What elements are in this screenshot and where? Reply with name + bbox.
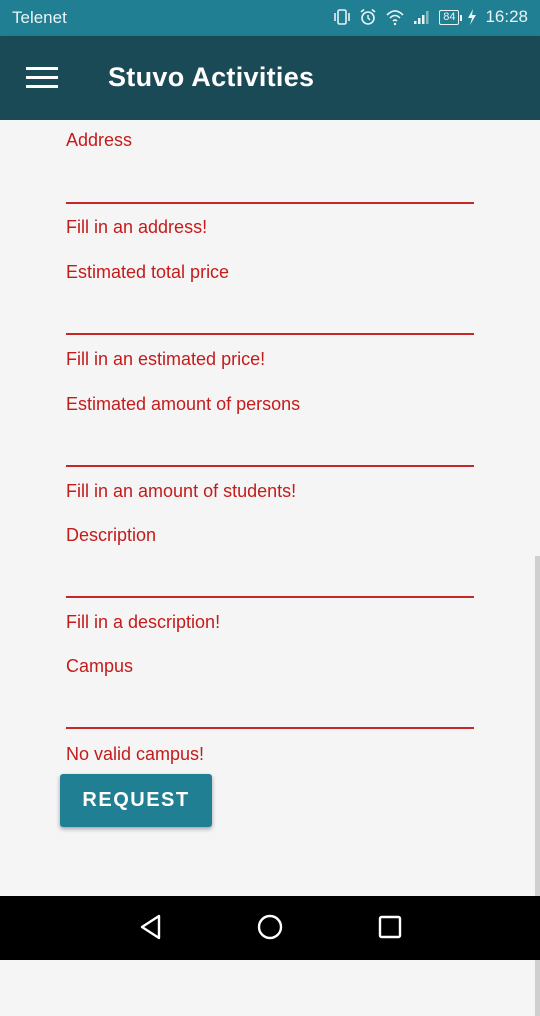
address-error: Fill in an address! bbox=[66, 217, 208, 237]
status-time: 16:28 bbox=[485, 7, 528, 26]
app-bar: Stuvo Activities bbox=[0, 36, 540, 120]
address-input[interactable] bbox=[66, 170, 474, 204]
carrier-name: Telenet bbox=[12, 8, 67, 27]
hamburger-menu-icon[interactable] bbox=[26, 67, 58, 89]
back-icon[interactable] bbox=[138, 912, 164, 942]
campus-input[interactable] bbox=[66, 695, 474, 729]
request-button[interactable]: REQUEST bbox=[60, 774, 212, 827]
charging-icon bbox=[468, 9, 477, 25]
system-navigation-bar bbox=[0, 896, 540, 960]
app-title: Stuvo Activities bbox=[108, 62, 315, 92]
signal-icon bbox=[414, 11, 429, 24]
status-bar: Telenet 84 16:28 bbox=[0, 0, 540, 36]
recents-icon[interactable] bbox=[377, 912, 403, 942]
wifi-icon bbox=[386, 10, 404, 26]
campus-error: No valid campus! bbox=[66, 744, 205, 764]
campus-label: Campus bbox=[66, 656, 134, 676]
status-icons: 84 16:28 bbox=[333, 7, 528, 27]
home-icon[interactable] bbox=[256, 912, 284, 942]
estimated-price-error: Fill in an estimated price! bbox=[66, 349, 266, 369]
estimated-price-input[interactable] bbox=[66, 301, 474, 335]
battery-icon: 84 bbox=[439, 9, 463, 25]
address-label: Address bbox=[66, 130, 133, 150]
vibrate-icon bbox=[334, 9, 351, 25]
estimated-persons-error: Fill in an amount of students! bbox=[66, 481, 297, 501]
estimated-persons-label: Estimated amount of persons bbox=[66, 394, 301, 414]
estimated-price-label: Estimated total price bbox=[66, 262, 230, 282]
alarm-icon bbox=[360, 8, 376, 25]
description-input[interactable] bbox=[66, 564, 474, 598]
description-error: Fill in a description! bbox=[66, 612, 221, 632]
estimated-persons-input[interactable] bbox=[66, 433, 474, 467]
description-label: Description bbox=[66, 525, 157, 545]
